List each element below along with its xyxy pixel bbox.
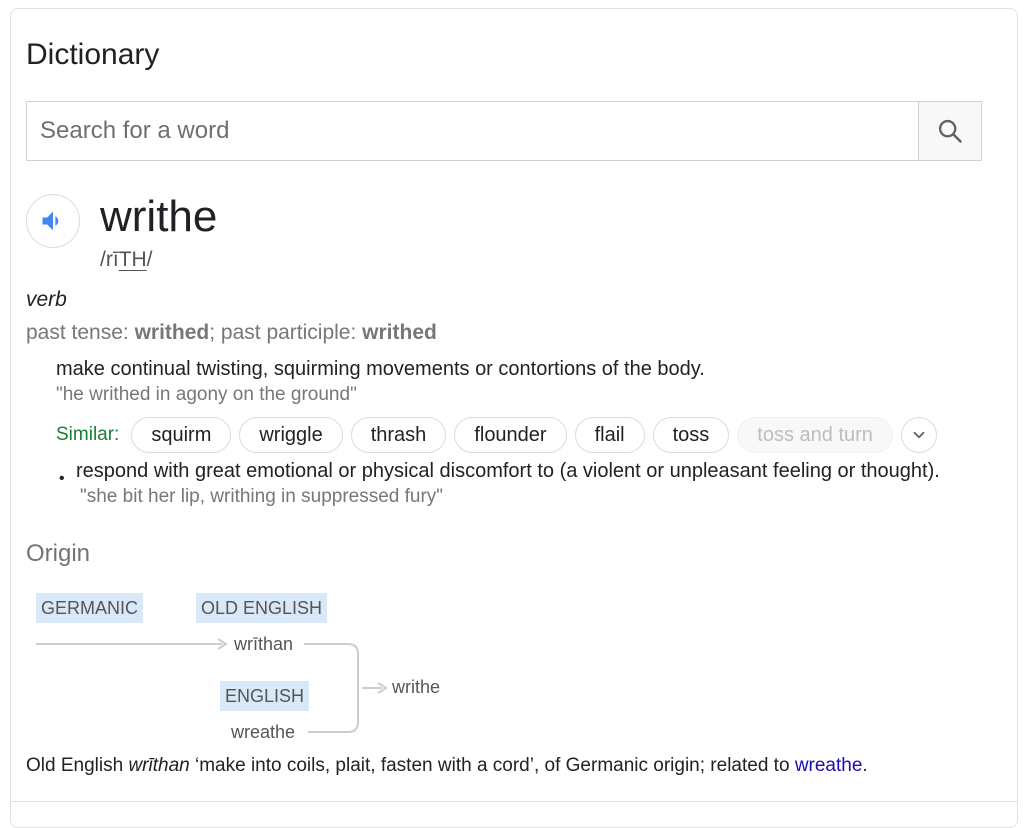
origin-prefix: Old English (26, 755, 129, 776)
origin-suffix: . (862, 755, 868, 776)
origin-italic-word: wrīthan (128, 755, 190, 776)
tag-english: ENGLISH (220, 681, 310, 711)
wreathe-link[interactable]: wreathe (795, 755, 863, 776)
etym-writhan: wrīthan (234, 634, 294, 654)
etym-writhe: writhe (392, 677, 441, 697)
origin-diagram (36, 638, 388, 733)
divider (10, 801, 1018, 802)
etym-wreathe: wreathe (231, 722, 296, 742)
tag-germanic: GERMANIC (36, 593, 144, 623)
merge-bracket (304, 643, 359, 733)
origin-middle: ‘make into coils, plait, fasten with a c… (189, 755, 795, 776)
origin-description: Old English wrīthan ‘make into coils, pl… (26, 755, 868, 777)
tag-old-english: OLD ENGLISH (196, 593, 328, 623)
